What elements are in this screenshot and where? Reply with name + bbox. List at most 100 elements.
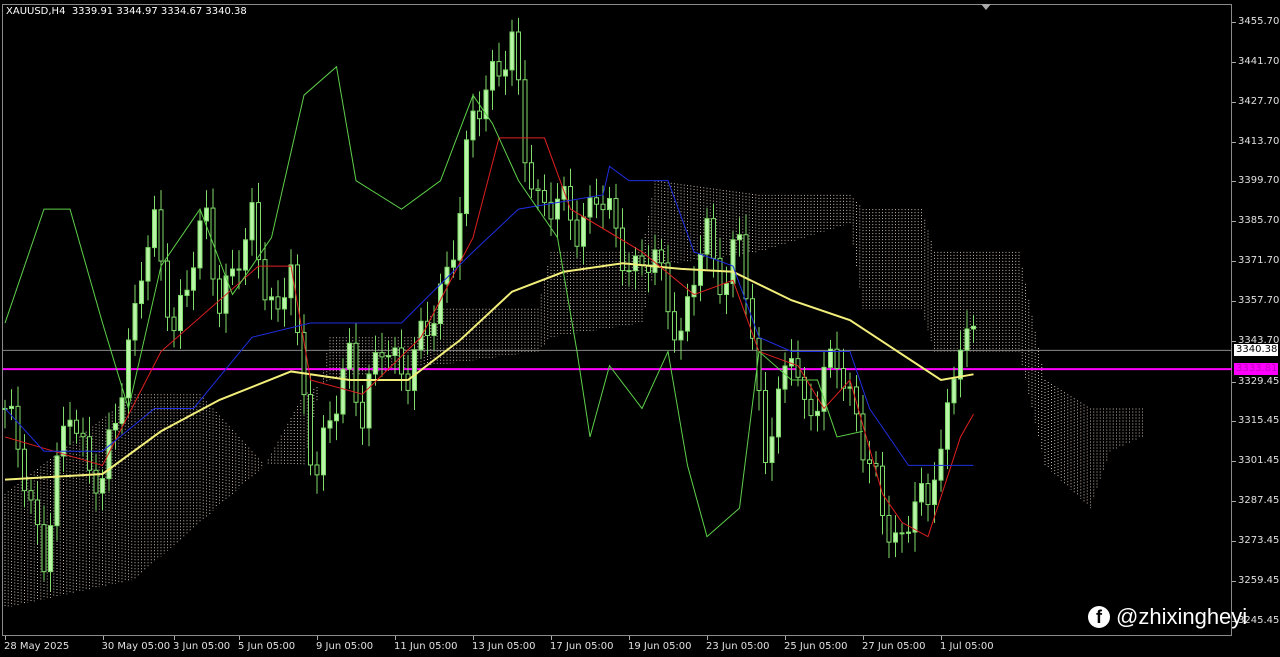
y-tick-mark	[1232, 541, 1236, 543]
candle	[399, 329, 404, 391]
candle-body	[522, 79, 528, 164]
candle-body	[340, 368, 346, 415]
candle-body	[581, 216, 586, 247]
candle	[191, 251, 196, 311]
price-chart[interactable]	[0, 0, 1280, 657]
candle	[763, 371, 768, 475]
candle-body	[269, 296, 274, 301]
candle-body	[776, 388, 781, 438]
candle	[769, 417, 775, 481]
y-tick-label: 3301.45	[1238, 455, 1280, 467]
candle	[620, 208, 625, 286]
candle	[509, 19, 515, 86]
candle-body	[366, 373, 372, 429]
candle-body	[971, 325, 976, 330]
candle	[418, 307, 424, 359]
candle-body	[327, 420, 333, 429]
candle	[386, 340, 391, 369]
candle-body	[919, 483, 924, 503]
candle-body	[249, 202, 255, 241]
candle-body	[548, 201, 554, 220]
candle	[282, 277, 287, 327]
candle-body	[672, 311, 677, 341]
candle	[678, 317, 684, 360]
candle-body	[145, 247, 151, 282]
candle	[54, 442, 60, 541]
candle	[899, 523, 905, 553]
candle	[334, 395, 339, 441]
y-tick-label: 3371.70	[1238, 255, 1280, 267]
candle-body	[178, 294, 183, 332]
candle-body	[509, 31, 515, 71]
candle	[67, 402, 73, 446]
candle-body	[899, 532, 905, 535]
candle-body	[626, 270, 632, 273]
candle-body	[639, 255, 645, 266]
candle	[483, 75, 489, 132]
candle-body	[275, 296, 281, 310]
symbol-info: XAUUSD,H4 3339.91 3344.97 3334.67 3340.3…	[6, 6, 247, 17]
y-tick-label: 3385.70	[1238, 215, 1280, 227]
candle	[470, 93, 476, 158]
chart-shift-marker[interactable]	[981, 4, 991, 10]
y-tick-mark	[1232, 461, 1236, 463]
candle-body	[867, 459, 872, 464]
candle	[230, 249, 235, 286]
candle	[594, 178, 599, 219]
x-tick-label: 5 Jun 05:00	[238, 641, 296, 652]
candle-body	[808, 398, 814, 417]
x-tick-mark	[239, 636, 240, 640]
x-tick-label: 25 Jun 05:00	[784, 641, 848, 652]
x-tick-mark	[863, 636, 864, 640]
candle	[93, 453, 99, 511]
candle-body	[217, 278, 222, 314]
y-tick-mark	[1232, 181, 1236, 183]
x-tick-mark	[941, 636, 942, 640]
candle	[100, 469, 105, 511]
candle-body	[574, 219, 580, 247]
candle	[379, 332, 385, 377]
candle	[659, 239, 664, 281]
candle	[776, 376, 781, 454]
candle	[503, 50, 508, 95]
line-chikou-span	[4, 65, 864, 538]
candle	[737, 217, 742, 257]
candle-body	[392, 347, 398, 357]
candle-body	[945, 402, 950, 450]
candle	[646, 245, 651, 293]
candle-body	[594, 197, 599, 205]
x-tick-mark	[551, 636, 552, 640]
candle-body	[477, 110, 482, 120]
candle	[756, 327, 762, 411]
candle-body	[685, 296, 690, 332]
x-tick-mark	[5, 636, 6, 640]
candle-body	[730, 239, 736, 285]
watermark-text: @zhixingheyi	[1116, 604, 1248, 629]
x-tick-mark	[785, 636, 786, 640]
candle	[41, 505, 47, 581]
candle-body	[386, 355, 391, 358]
y-tick-label: 3427.70	[1238, 95, 1280, 107]
candle	[61, 406, 66, 472]
x-tick-mark	[174, 636, 175, 640]
x-tick-label: 19 Jun 05:00	[628, 641, 692, 652]
candle-body	[451, 259, 456, 268]
candle-body	[854, 386, 859, 415]
candle	[373, 335, 378, 386]
line-tenkan-sen	[4, 165, 974, 466]
candle	[919, 467, 924, 516]
candle	[2, 399, 8, 429]
candle	[633, 246, 638, 290]
candle-body	[964, 328, 970, 351]
candle-body	[256, 202, 261, 261]
candle	[35, 481, 40, 545]
candle	[256, 182, 261, 279]
candle-body	[542, 190, 547, 203]
candle-body	[678, 330, 684, 341]
chart-window[interactable]: XAUUSD,H4 3339.91 3344.97 3334.67 3340.3…	[0, 0, 1280, 657]
candle-body	[165, 260, 170, 318]
x-tick-label: 23 Jun 05:00	[706, 641, 770, 652]
alert-price-tag[interactable]: 3333.81	[1234, 363, 1278, 376]
candle-body	[737, 234, 742, 241]
candle-body	[711, 218, 716, 259]
